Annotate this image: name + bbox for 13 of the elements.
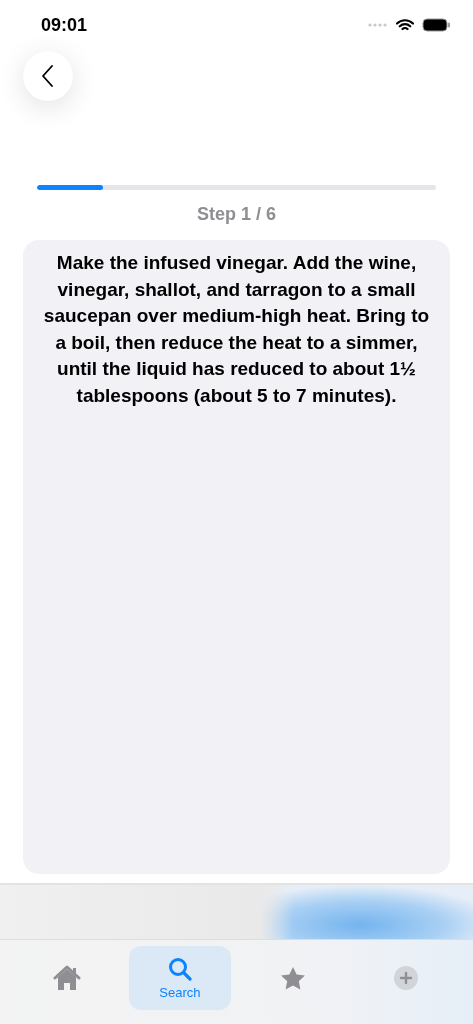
back-icon — [42, 65, 54, 87]
wifi-icon — [396, 18, 414, 32]
battery-icon — [422, 18, 451, 32]
tab[interactable]: Search — [129, 946, 231, 1010]
add-icon — [394, 966, 419, 990]
home-icon — [52, 965, 81, 991]
search-icon — [167, 956, 192, 981]
back-button[interactable] — [23, 51, 73, 101]
status-time: 09:01 — [41, 14, 88, 36]
step-counter: Step 1 / 6 — [197, 204, 276, 226]
signal-icon — [368, 23, 388, 27]
step-instructions: Make the infused vinegar. Add the wine, vinegar, shallot, and tarragon to a small saucepan over medium-high heat. Bring to a boil, then reduce the heat to a simmer, until the liquid has reduced to about 1½ tablespoons (about 5 to 7 minutes). — [42, 251, 431, 408]
star-icon — [280, 965, 307, 991]
